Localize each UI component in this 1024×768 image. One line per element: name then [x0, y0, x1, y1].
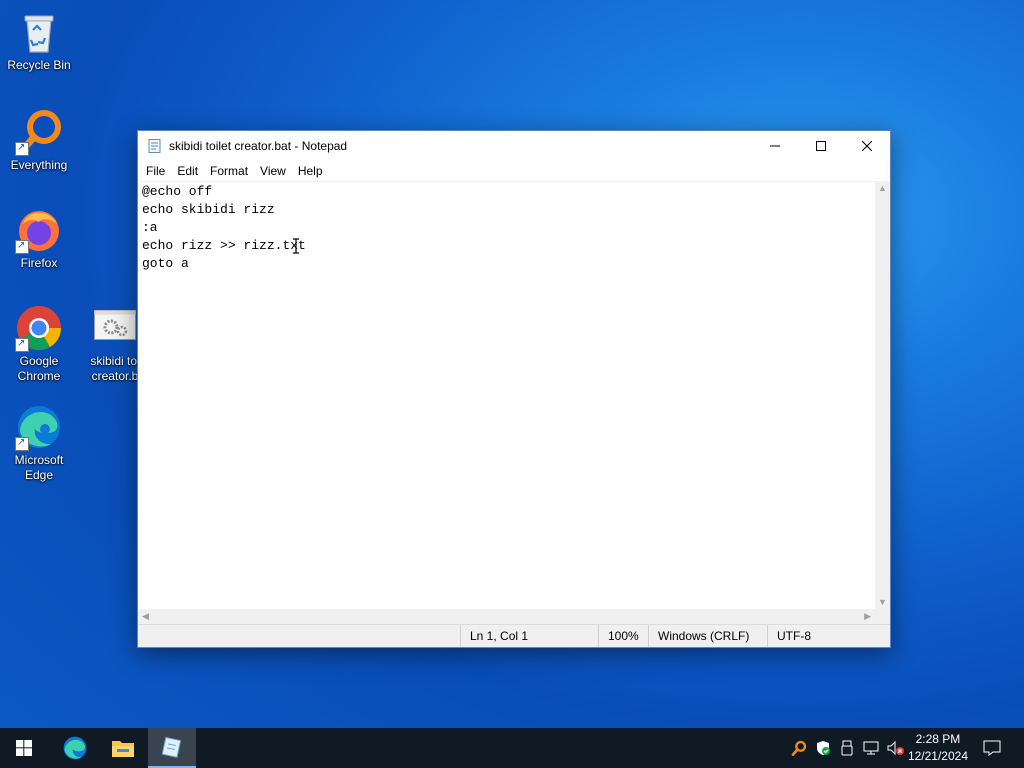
scroll-left-arrow-icon[interactable]: ◀ [142, 611, 149, 622]
shortcut-arrow-icon [15, 140, 29, 156]
taskbar-edge[interactable] [51, 728, 99, 768]
shield-icon [817, 741, 830, 755]
tray-volume[interactable] [884, 728, 908, 768]
menu-view[interactable]: View [254, 164, 292, 178]
shortcut-arrow-icon [15, 336, 29, 352]
text-cursor-icon [293, 238, 299, 254]
taskbar-notepad[interactable] [148, 728, 196, 768]
menu-file[interactable]: File [140, 164, 171, 178]
network-icon [863, 741, 879, 755]
notepad-window[interactable]: skibidi toilet creator.bat - Notepad Fil… [137, 130, 891, 648]
taskbar-file-explorer[interactable] [99, 728, 147, 768]
windows-logo-icon [16, 740, 32, 756]
desktop-icon-everything[interactable]: Everything [2, 108, 76, 173]
clock-date: 12/21/2024 [907, 749, 968, 763]
everything-search-icon [15, 108, 63, 156]
clock-time: 2:28 PM [915, 732, 961, 746]
edge-icon [15, 403, 63, 451]
shortcut-arrow-icon [15, 238, 29, 254]
taskbar: 2:28 PM 12/21/2024 [0, 728, 1024, 768]
shortcut-arrow-icon [15, 435, 29, 451]
vertical-scrollbar[interactable]: ▲ ▼ [875, 181, 890, 609]
desktop-icon-label: Google [19, 354, 59, 368]
batch-file-icon [94, 310, 136, 340]
scroll-corner [875, 609, 890, 625]
desktop-icon-label: Everything [10, 158, 68, 172]
desktop-icon-label: Recycle Bin [7, 58, 71, 72]
minimize-icon [770, 145, 780, 147]
desktop-icon-microsoft-edge[interactable]: Microsoft Edge [2, 403, 76, 483]
desktop-icon-firefox[interactable]: Firefox [2, 206, 76, 271]
clock[interactable]: 2:28 PM 12/21/2024 [908, 731, 968, 765]
desktop-icon-label: Edge [24, 468, 54, 482]
scroll-down-arrow-icon[interactable]: ▼ [878, 597, 887, 607]
menu-edit[interactable]: Edit [171, 164, 204, 178]
menu-format[interactable]: Format [204, 164, 254, 178]
minimize-button[interactable] [752, 131, 798, 161]
cursor-position: Ln 1, Col 1 [460, 625, 528, 647]
notepad-icon [147, 138, 163, 154]
status-bar: Ln 1, Col 1 100% Windows (CRLF) UTF-8 [138, 624, 890, 647]
title-bar[interactable]: skibidi toilet creator.bat - Notepad [138, 131, 890, 161]
horizontal-scrollbar[interactable]: ◀ ▶ [138, 609, 875, 625]
close-icon [862, 141, 872, 151]
recycle-bin-icon [15, 8, 63, 56]
zoom-level: 100% [598, 625, 639, 647]
desktop-icon-label: Microsoft [14, 453, 64, 467]
notepad-icon [161, 736, 182, 758]
desktop-icon-label: Chrome [17, 369, 61, 383]
firefox-icon [15, 206, 63, 254]
encoding: UTF-8 [767, 625, 811, 647]
tray-usb[interactable] [836, 728, 858, 768]
line-endings: Windows (CRLF) [648, 625, 749, 647]
action-center-button[interactable] [978, 728, 1006, 768]
tray-network[interactable] [860, 728, 882, 768]
scroll-right-arrow-icon[interactable]: ▶ [864, 611, 871, 622]
tray-security[interactable] [812, 728, 834, 768]
window-title: skibidi toilet creator.bat - Notepad [169, 139, 348, 153]
start-button[interactable] [0, 728, 48, 768]
menu-bar: File Edit Format View Help [138, 161, 890, 181]
desktop-icon-google-chrome[interactable]: Google Chrome [2, 304, 76, 384]
scroll-up-arrow-icon[interactable]: ▲ [878, 183, 887, 193]
text-editor[interactable]: @echo off echo skibidi rizz :a echo rizz… [138, 181, 875, 609]
usb-device-icon [841, 740, 853, 756]
maximize-icon [816, 141, 826, 151]
close-button[interactable] [844, 131, 890, 161]
maximize-button[interactable] [798, 131, 844, 161]
everything-search-icon [791, 740, 807, 756]
folder-icon [112, 741, 134, 757]
desktop-icon-label: Firefox [20, 256, 58, 270]
edge-icon [63, 736, 87, 760]
menu-help[interactable]: Help [292, 164, 329, 178]
chrome-icon [15, 304, 63, 352]
notification-icon [983, 740, 1001, 756]
tray-everything[interactable] [788, 728, 810, 768]
volume-muted-icon [887, 740, 904, 756]
desktop-icon-recycle-bin[interactable]: Recycle Bin [2, 8, 76, 73]
